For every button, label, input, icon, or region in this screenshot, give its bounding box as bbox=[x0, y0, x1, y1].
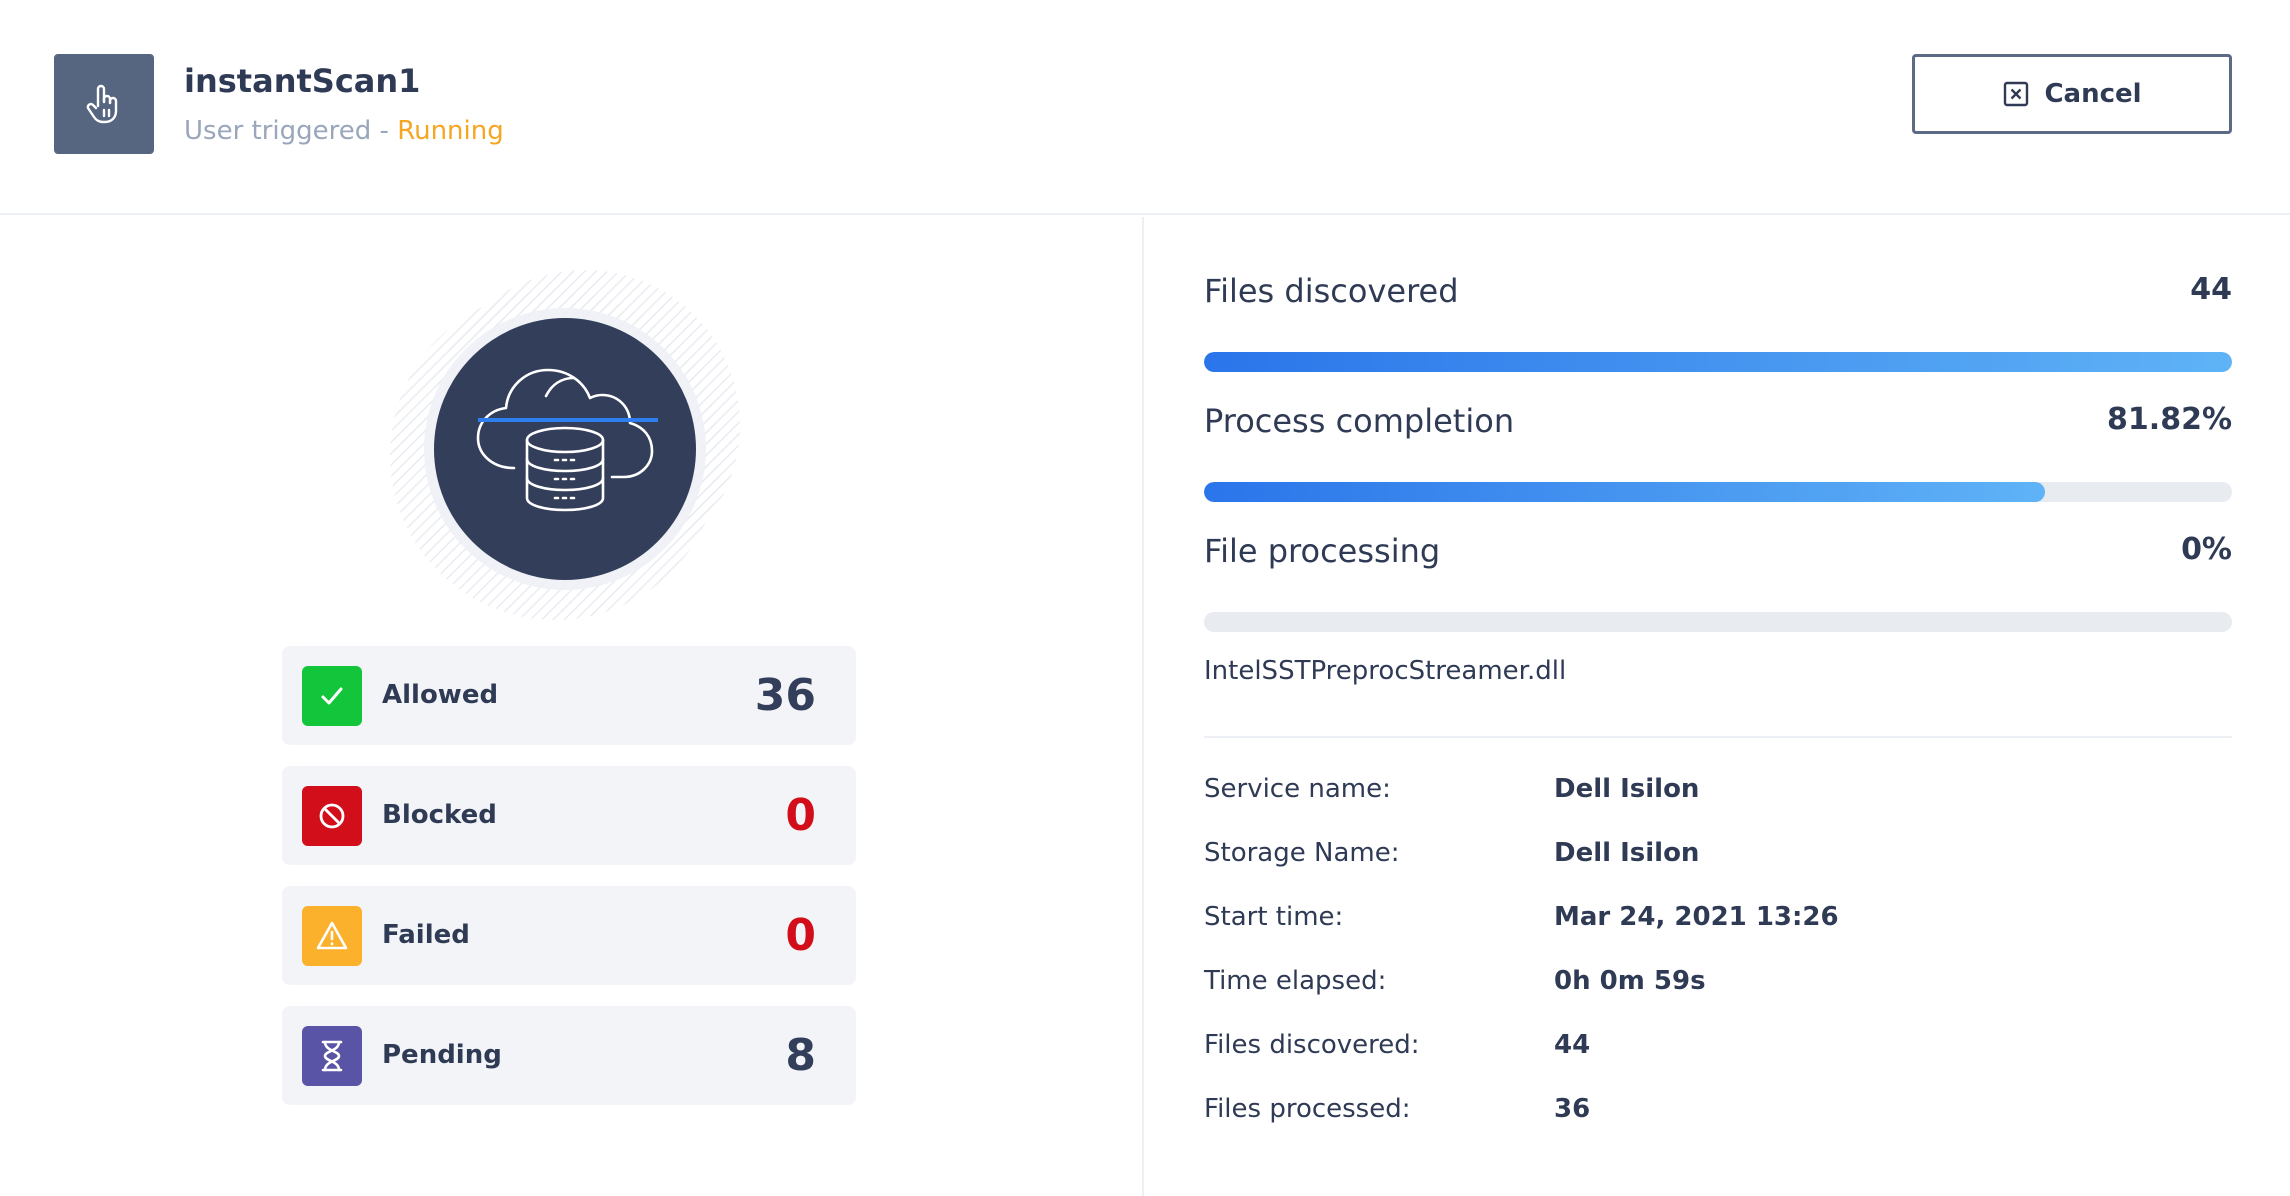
stat-allowed: Allowed 36 bbox=[282, 646, 856, 745]
detail-key: Files discovered: bbox=[1204, 1030, 1420, 1060]
detail-key: Start time: bbox=[1204, 902, 1344, 932]
stat-label: Failed bbox=[382, 920, 470, 950]
scan-subtitle: User triggered - Running bbox=[184, 116, 504, 146]
trigger-type: User triggered bbox=[184, 116, 372, 146]
progress-value: 44 bbox=[2190, 272, 2232, 307]
result-stats: Allowed 36 Blocked 0 Failed 0 Pending 8 bbox=[282, 646, 856, 1126]
stat-label: Pending bbox=[382, 1040, 502, 1070]
panel-divider bbox=[1142, 217, 1144, 1196]
progress-label: Process completion bbox=[1204, 402, 1515, 440]
progress-label: Files discovered bbox=[1204, 272, 1459, 310]
subtitle-separator: - bbox=[371, 116, 398, 146]
close-box-icon bbox=[2004, 81, 2029, 107]
progress-value: 81.82% bbox=[2107, 402, 2232, 437]
detail-value: 0h 0m 59s bbox=[1554, 966, 1706, 996]
detail-key: Service name: bbox=[1204, 774, 1391, 804]
detail-key: Storage Name: bbox=[1204, 838, 1400, 868]
detail-time-elapsed: Time elapsed: 0h 0m 59s bbox=[1204, 966, 2232, 1030]
stat-label: Allowed bbox=[382, 680, 499, 710]
detail-start-time: Start time: Mar 24, 2021 13:26 bbox=[1204, 902, 2232, 966]
details-divider bbox=[1204, 736, 2232, 738]
scan-title: instantScan1 bbox=[184, 62, 421, 100]
warning-icon bbox=[302, 906, 362, 966]
progress-track bbox=[1204, 612, 2232, 632]
scan-line bbox=[478, 418, 658, 422]
stat-label: Blocked bbox=[382, 800, 497, 830]
detail-files-discovered: Files discovered: 44 bbox=[1204, 1030, 2232, 1094]
stat-value: 0 bbox=[785, 910, 816, 961]
detail-value: Mar 24, 2021 13:26 bbox=[1554, 902, 1839, 932]
cancel-button[interactable]: Cancel bbox=[1912, 54, 2232, 134]
detail-value: Dell Isilon bbox=[1554, 838, 1700, 868]
progress-fill bbox=[1204, 482, 2046, 502]
progress-track bbox=[1204, 352, 2232, 372]
detail-storage-name: Storage Name: Dell Isilon bbox=[1204, 838, 2232, 902]
progress-label: File processing bbox=[1204, 532, 1441, 570]
cancel-label: Cancel bbox=[2044, 79, 2142, 109]
progress-value: 0% bbox=[2181, 532, 2232, 567]
blocked-icon bbox=[302, 786, 362, 846]
stat-failed: Failed 0 bbox=[282, 886, 856, 985]
detail-value: 44 bbox=[1554, 1030, 1591, 1060]
stat-value: 36 bbox=[754, 670, 816, 721]
scan-illustration bbox=[380, 260, 760, 630]
stat-pending: Pending 8 bbox=[282, 1006, 856, 1105]
hand-pointer-icon bbox=[54, 54, 154, 154]
scan-details: Service name: Dell Isilon Storage Name: … bbox=[1204, 774, 2232, 1158]
progress-fill bbox=[1204, 352, 2232, 372]
detail-service-name: Service name: Dell Isilon bbox=[1204, 774, 2232, 838]
detail-key: Files processed: bbox=[1204, 1094, 1411, 1124]
scan-status: Running bbox=[397, 116, 504, 146]
stat-value: 8 bbox=[785, 1030, 816, 1081]
detail-value: 36 bbox=[1554, 1094, 1591, 1124]
detail-value: Dell Isilon bbox=[1554, 774, 1700, 804]
stat-value: 0 bbox=[785, 790, 816, 841]
cloud-database-scan-icon bbox=[434, 318, 696, 580]
progress-track bbox=[1204, 482, 2232, 502]
scan-header: instantScan1 User triggered - Running Ca… bbox=[0, 0, 2290, 215]
stat-blocked: Blocked 0 bbox=[282, 766, 856, 865]
detail-key: Time elapsed: bbox=[1204, 966, 1387, 996]
check-icon bbox=[302, 666, 362, 726]
current-file-name: IntelSSTPreprocStreamer.dll bbox=[1204, 656, 1567, 686]
detail-files-processed: Files processed: 36 bbox=[1204, 1094, 2232, 1158]
hourglass-icon bbox=[302, 1026, 362, 1086]
